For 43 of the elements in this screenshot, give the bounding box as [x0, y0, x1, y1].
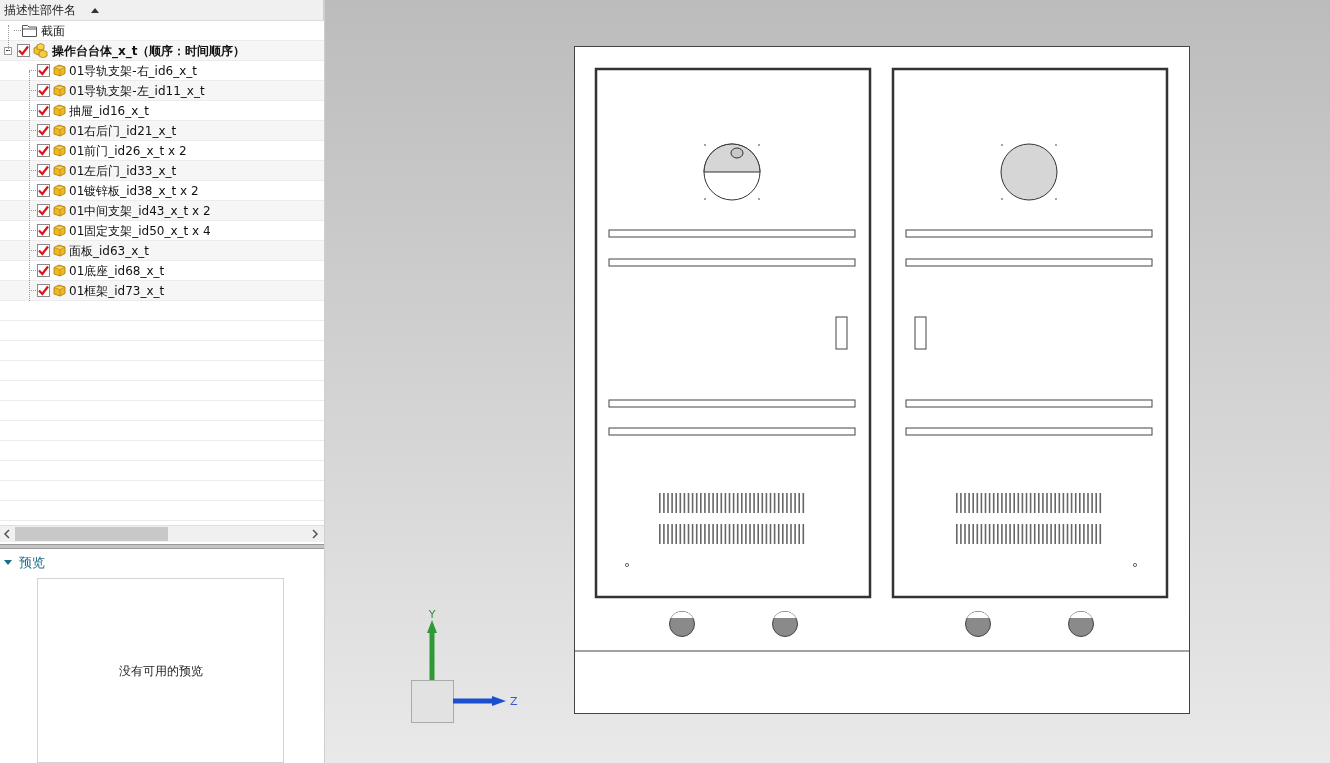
no-preview-message: 没有可用的预览	[118, 662, 203, 680]
checkbox[interactable]	[37, 164, 50, 177]
tree-item-label[interactable]: 01底座_id68_x_t	[69, 261, 165, 280]
cube-icon	[53, 244, 66, 257]
cube-icon	[53, 284, 66, 297]
scrollbar-thumb[interactable]	[15, 527, 168, 541]
cubes-icon	[33, 43, 49, 58]
scroll-left-icon[interactable]	[3, 529, 11, 539]
tree-item-label[interactable]: 01固定支架_id50_x_t x 4	[69, 221, 211, 240]
cube-icon	[53, 64, 66, 77]
cube-icon	[53, 164, 66, 177]
cube-icon	[53, 224, 66, 237]
tree-item-label[interactable]: 01导轨支架-右_id6_x_t	[69, 61, 197, 80]
cube-icon	[53, 144, 66, 157]
checkbox[interactable]	[37, 144, 50, 157]
checkbox[interactable]	[37, 224, 50, 237]
checkbox[interactable]	[37, 204, 50, 217]
cube-icon	[53, 184, 66, 197]
checkbox[interactable]	[17, 44, 30, 57]
tree-item-label[interactable]: 01前门_id26_x_t x 2	[69, 141, 187, 160]
cube-icon	[53, 104, 66, 117]
checkbox[interactable]	[37, 264, 50, 277]
tree-item-label[interactable]: 01镀锌板_id38_x_t x 2	[69, 181, 199, 200]
checkbox[interactable]	[37, 284, 50, 297]
scroll-right-icon[interactable]	[311, 529, 319, 539]
collapse-toggle[interactable]	[4, 46, 12, 55]
checkbox[interactable]	[37, 184, 50, 197]
checkbox[interactable]	[37, 84, 50, 97]
tree-item-label[interactable]: 抽屉_id16_x_t	[69, 101, 150, 120]
axis-label: Y	[428, 608, 436, 621]
checkbox[interactable]	[37, 64, 50, 77]
cube-icon	[53, 84, 66, 97]
cube-icon	[53, 264, 66, 277]
cube-icon	[53, 204, 66, 217]
checkbox[interactable]	[37, 124, 50, 137]
preview-section-header[interactable]: 预览	[4, 553, 45, 573]
cube-icon	[53, 124, 66, 137]
checkbox[interactable]	[37, 244, 50, 257]
folder-label[interactable]: 截面	[41, 21, 65, 40]
axis-label: Z	[510, 695, 518, 708]
folder-icon	[22, 24, 38, 37]
expand-arrow-icon	[4, 560, 12, 566]
checkbox[interactable]	[37, 104, 50, 117]
